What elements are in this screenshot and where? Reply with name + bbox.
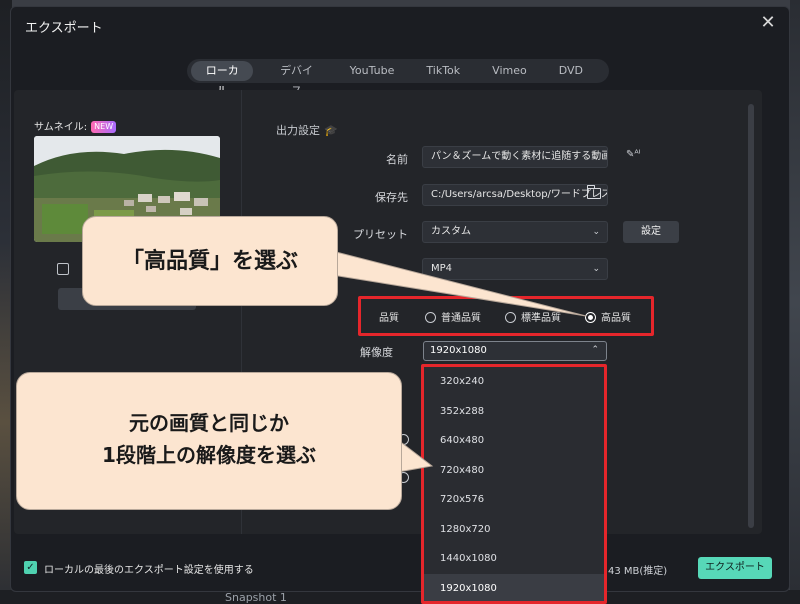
tab-local[interactable]: ローカル: [191, 61, 254, 97]
estimated-size: 43 MB(推定): [608, 566, 668, 577]
remember-settings-checkbox[interactable]: ✓: [24, 561, 37, 574]
settings-scrollbar[interactable]: [748, 104, 754, 528]
quality-label: 品質: [379, 313, 399, 324]
callout-select-resolution: 元の画質と同じか 1段階上の解像度を選ぶ: [16, 372, 402, 510]
thumbnail-label-text: サムネイル:: [34, 122, 88, 133]
preset-settings-button[interactable]: 設定: [623, 221, 679, 243]
export-button[interactable]: エクスポート: [698, 557, 772, 579]
name-label: 名前: [386, 153, 408, 166]
dialog-title: エクスポート: [25, 21, 103, 36]
preset-label: プリセット: [353, 228, 408, 241]
resolution-option[interactable]: 640x480: [424, 426, 604, 456]
save-path-text: C:/Users/arcsa/Desktop/ワードプレス: [431, 189, 608, 200]
ai-rename-icon[interactable]: ✎ᴬᴵ: [626, 149, 641, 160]
output-settings-title: 出力設定 🎓: [276, 122, 338, 138]
quality-high-radio[interactable]: 高品質: [585, 309, 631, 324]
callout-line-2: 1段階上の解像度を選ぶ: [102, 443, 316, 467]
tab-vimeo[interactable]: Vimeo: [482, 61, 537, 81]
new-badge: NEW: [91, 121, 117, 133]
tab-device[interactable]: デバイス: [265, 61, 327, 97]
save-path-input[interactable]: C:/Users/arcsa/Desktop/ワードプレス: [422, 184, 608, 206]
resolution-option[interactable]: 1440x1080: [424, 544, 604, 574]
resolution-option[interactable]: 320x240: [424, 367, 604, 397]
quality-normal-label: 普通品質: [441, 313, 481, 324]
resolution-select[interactable]: 1920x1080 ⌃: [423, 341, 607, 361]
background-timeline: [0, 590, 800, 604]
export-target-tabs: ローカル デバイス YouTube TikTok Vimeo DVD: [187, 59, 609, 97]
resolution-option[interactable]: 352x288: [424, 397, 604, 427]
folder-icon[interactable]: [587, 185, 601, 199]
resolution-value: 1920x1080: [430, 345, 487, 356]
quality-standard-radio[interactable]: 標準品質: [505, 309, 561, 324]
radio-selected-icon: [585, 312, 596, 323]
snapshot-label: Snapshot 1: [225, 591, 287, 604]
preset-value: カスタム: [431, 226, 471, 237]
resolution-option[interactable]: 1280x720: [424, 515, 604, 545]
format-value: MP4: [431, 263, 453, 274]
preset-select[interactable]: カスタム ⌄: [422, 221, 608, 243]
resolution-option[interactable]: 720x480: [424, 456, 604, 486]
resolution-option-selected[interactable]: 1920x1080: [424, 573, 604, 601]
chevron-down-icon: ⌄: [592, 264, 600, 274]
quality-standard-label: 標準品質: [521, 313, 561, 324]
quality-normal-radio[interactable]: 普通品質: [425, 309, 481, 324]
callout-select-high-quality: 「高品質」を選ぶ: [82, 216, 338, 306]
thumbnail-label: サムネイル: NEW: [34, 118, 117, 133]
save-location-label: 保存先: [375, 191, 408, 204]
radio-circle-icon: [505, 312, 516, 323]
format-select[interactable]: MP4 ⌄: [422, 258, 608, 280]
chevron-down-icon: ⌄: [592, 227, 600, 237]
close-icon[interactable]: ✕: [759, 14, 777, 32]
tab-tiktok[interactable]: TikTok: [416, 61, 470, 81]
chevron-up-icon: ⌃: [591, 345, 599, 355]
remember-settings-label: ローカルの最後のエクスポート設定を使用する: [44, 565, 254, 576]
resolution-option[interactable]: 720x576: [424, 485, 604, 515]
tab-dvd[interactable]: DVD: [549, 61, 593, 81]
quality-radio-group: 品質 普通品質 標準品質 高品質: [358, 296, 654, 336]
graduation-cap-icon: 🎓: [324, 124, 338, 137]
tab-youtube[interactable]: YouTube: [340, 61, 405, 81]
filename-input[interactable]: パン＆ズームで動く素材に追随する動画: [422, 146, 608, 168]
thumbnail-checkbox[interactable]: [57, 263, 69, 275]
radio-circle-icon: [425, 312, 436, 323]
output-settings-title-text: 出力設定: [276, 124, 320, 137]
quality-high-label: 高品質: [601, 313, 631, 324]
background-window-right: [790, 0, 800, 604]
resolution-dropdown-list: 320x240 352x288 640x480 720x480 720x576 …: [421, 364, 607, 604]
resolution-label: 解像度: [360, 346, 393, 359]
callout-line-1: 元の画質と同じか: [129, 411, 289, 435]
